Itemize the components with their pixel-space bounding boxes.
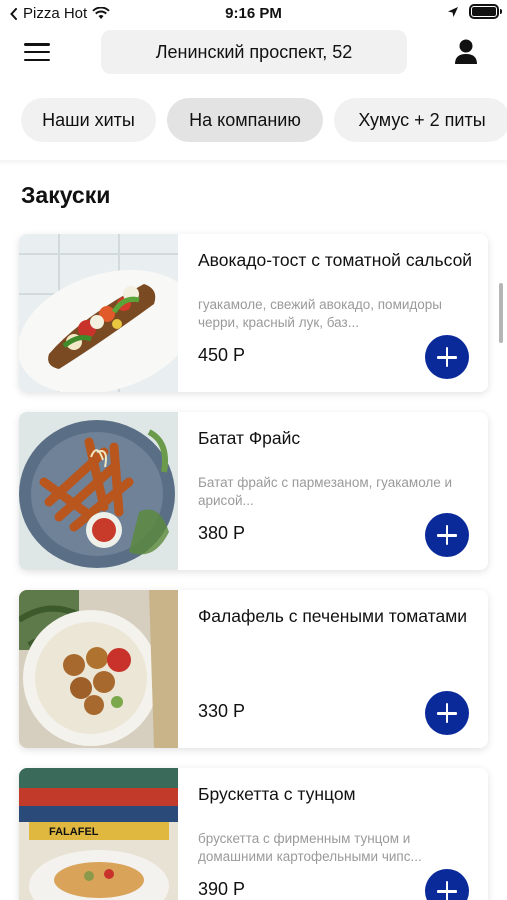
product-card[interactable]: Батат Фрайс Батат фрайс с пармезаном, гу… bbox=[19, 412, 488, 570]
add-to-cart-button[interactable] bbox=[425, 691, 469, 735]
product-description: гуакамоле, свежий авокадо, помидоры черр… bbox=[198, 297, 442, 330]
product-photo bbox=[19, 412, 178, 570]
product-price: 380 Р bbox=[198, 523, 246, 543]
category-tab-label: На компанию bbox=[189, 109, 301, 130]
product-photo bbox=[19, 234, 178, 392]
hamburger-icon[interactable] bbox=[24, 40, 50, 64]
category-tab-hits[interactable]: Наши хиты bbox=[21, 98, 156, 142]
product-name: Батат Фрайс bbox=[198, 428, 301, 448]
product-card[interactable]: FALAFEL Брускетта с тунцом брускетта с ф… bbox=[19, 768, 488, 900]
add-to-cart-button[interactable] bbox=[425, 513, 469, 557]
add-to-cart-button[interactable] bbox=[425, 335, 469, 379]
product-price: 450 Р bbox=[198, 345, 246, 365]
product-name: Авокадо-тост с томатной сальсой bbox=[198, 250, 473, 270]
product-card[interactable]: Фалафель с печеными томатами 330 Р bbox=[19, 590, 488, 748]
product-name: Фалафель с печеными томатами bbox=[198, 606, 468, 626]
scrollbar[interactable] bbox=[499, 283, 503, 343]
product-photo: FALAFEL bbox=[19, 768, 178, 900]
product-description: Батат фрайс с пармезаном, гуакамоле и ар… bbox=[198, 475, 453, 508]
product-description: брускетта с фирменным тунцом и домашними… bbox=[198, 831, 422, 864]
battery-icon bbox=[469, 4, 502, 19]
category-tab-hummus[interactable]: Хумус + 2 питы bbox=[334, 98, 507, 142]
product-card[interactable]: Авокадо-тост с томатной сальсой гуакамол… bbox=[19, 234, 488, 392]
product-name: Брускетта с тунцом bbox=[198, 784, 356, 804]
product-photo bbox=[19, 590, 178, 748]
category-tab-label: Хумус + 2 питы bbox=[358, 109, 486, 130]
address-selector[interactable]: Ленинский проспект, 52 bbox=[101, 30, 407, 74]
product-price: 330 Р bbox=[198, 701, 246, 721]
category-tabs: Наши хиты На компанию Хумус + 2 питы bbox=[0, 98, 507, 144]
user-icon[interactable] bbox=[453, 38, 479, 66]
status-bar: Pizza Hot 9:16 PM bbox=[0, 0, 507, 28]
section-divider bbox=[0, 160, 507, 166]
section-title: Закуски bbox=[21, 182, 111, 208]
svg-text:FALAFEL: FALAFEL bbox=[49, 826, 99, 838]
category-tab-label: Наши хиты bbox=[42, 109, 135, 130]
location-arrow-icon bbox=[448, 6, 458, 17]
address-label: Ленинский проспект, 52 bbox=[155, 41, 353, 62]
status-time: 9:16 PM bbox=[225, 5, 282, 22]
add-to-cart-button[interactable] bbox=[425, 869, 469, 900]
category-tab-company[interactable]: На компанию bbox=[167, 98, 323, 142]
product-price: 390 Р bbox=[198, 879, 246, 899]
